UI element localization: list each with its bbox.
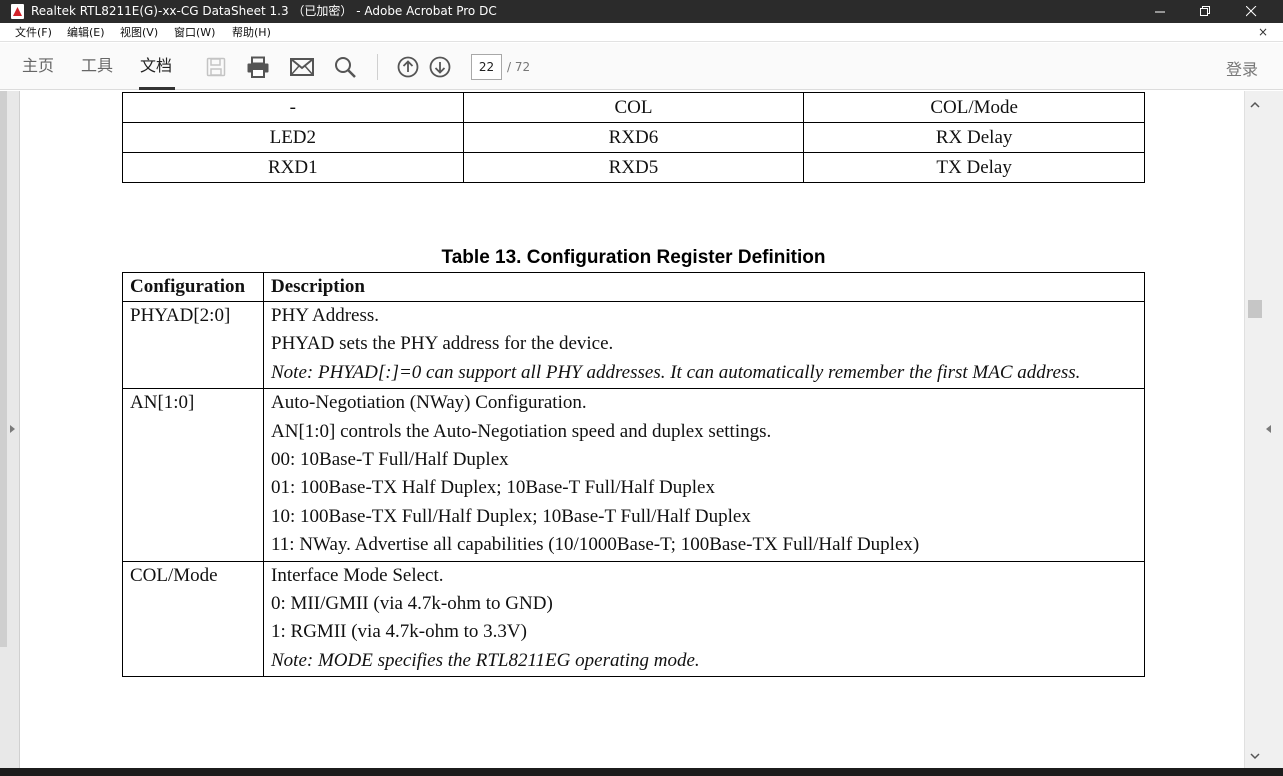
email-icon[interactable] (290, 55, 314, 79)
table-caption: Table 13. Configuration Register Definit… (441, 247, 826, 268)
window-title: Realtek RTL8211E(G)-xx-CG DataSheet 1.3 … (31, 4, 497, 18)
title-bar: Realtek RTL8211E(G)-xx-CG DataSheet 1.3 … (0, 0, 1283, 23)
description-note: Note: MODE specifies the RTL8211EG opera… (271, 649, 700, 671)
table-row: LED2 RXD6 RX Delay (122, 122, 1145, 153)
table-row: COL/Mode Interface Mode Select. 0: MII/G… (122, 560, 1145, 678)
description-line: Interface Mode Select. (271, 564, 444, 586)
menu-view[interactable]: 视图(V) (120, 25, 158, 40)
menu-window[interactable]: 窗口(W) (174, 25, 215, 40)
pdf-app-icon (11, 4, 24, 19)
table-cell: RXD5 (462, 152, 805, 183)
pdf-page: - COL COL/Mode LED2 RXD6 RX Delay RXD1 R… (20, 91, 1244, 768)
config-register-table: Configuration Description PHYAD[2:0] PHY… (122, 272, 1145, 678)
table-cell: COL/Mode (803, 92, 1145, 123)
table-header-row: Configuration Description (122, 272, 1145, 302)
pin-table: - COL COL/Mode LED2 RXD6 RX Delay RXD1 R… (122, 92, 1145, 183)
scrollbar-thumb[interactable] (1248, 300, 1262, 318)
next-page-icon[interactable] (428, 55, 452, 79)
menu-file[interactable]: 文件(F) (15, 25, 52, 40)
vertical-scrollbar[interactable] (1244, 91, 1264, 768)
print-icon[interactable] (246, 55, 270, 79)
menu-bar: 文件(F) 编辑(E) 视图(V) 窗口(W) 帮助(H) × (0, 23, 1283, 42)
column-header-description: Description (263, 272, 1145, 302)
tab-document[interactable]: 文档 (140, 56, 172, 76)
left-pane-strip (0, 91, 7, 647)
restore-button[interactable] (1182, 0, 1228, 23)
description-note: Note: PHYAD[:]=0 can support all PHY add… (271, 361, 1081, 383)
description-line: 11: NWay. Advertise all capabilities (10… (271, 534, 920, 556)
description-line: 1: RGMII (via 4.7k-ohm to 3.3V) (271, 621, 527, 643)
table-cell: COL (462, 92, 805, 123)
menu-help[interactable]: 帮助(H) (232, 25, 271, 40)
minimize-icon (1154, 11, 1165, 13)
toolbar: 主页 工具 文档 登录 (0, 43, 1283, 90)
config-description: Auto-Negotiation (NWay) Configuration. A… (263, 388, 1145, 562)
scroll-up-icon[interactable] (1250, 101, 1260, 108)
expand-left-pane-icon[interactable] (10, 425, 15, 433)
minimize-button[interactable] (1137, 0, 1183, 23)
table-row: PHYAD[2:0] PHY Address. PHYAD sets the P… (122, 300, 1145, 390)
left-pane-handle[interactable] (0, 91, 20, 768)
description-line: 0: MII/GMII (via 4.7k-ohm to GND) (271, 593, 553, 615)
description-line: PHY Address. (271, 305, 380, 326)
config-description: Interface Mode Select. 0: MII/GMII (via … (263, 560, 1145, 678)
config-name: COL/Mode (122, 560, 264, 678)
table-cell: RXD1 (122, 152, 464, 183)
description-line: PHYAD sets the PHY address for the devic… (271, 333, 614, 355)
table-cell: LED2 (122, 122, 464, 153)
taskbar-edge (0, 768, 1283, 776)
table-cell: TX Delay (803, 152, 1145, 183)
table-cell: - (122, 92, 464, 123)
description-line: AN[1:0] controls the Auto-Negotiation sp… (271, 420, 772, 442)
toolbar-separator (377, 54, 378, 80)
active-tab-indicator (139, 87, 175, 90)
previous-page-icon[interactable] (396, 55, 420, 79)
table-row: - COL COL/Mode (122, 92, 1145, 123)
config-name: PHYAD[2:0] (122, 300, 264, 390)
tab-tools[interactable]: 工具 (81, 56, 113, 76)
table-row: AN[1:0] Auto-Negotiation (NWay) Configur… (122, 388, 1145, 562)
tab-home[interactable]: 主页 (22, 56, 54, 76)
table-cell: RX Delay (803, 122, 1145, 153)
search-icon[interactable] (333, 55, 357, 79)
column-header-configuration: Configuration (122, 272, 264, 302)
close-icon (1245, 6, 1256, 17)
page-number-input[interactable]: 22 (471, 54, 502, 80)
description-line: Auto-Negotiation (NWay) Configuration. (271, 392, 587, 414)
table-cell: RXD6 (462, 122, 805, 153)
save-icon[interactable] (204, 55, 228, 79)
menu-edit[interactable]: 编辑(E) (67, 25, 105, 40)
description-line: 00: 10Base-T Full/Half Duplex (271, 449, 509, 471)
table-row: RXD1 RXD5 TX Delay (122, 152, 1145, 183)
scroll-down-icon[interactable] (1250, 753, 1260, 760)
close-document-button[interactable]: × (1258, 25, 1268, 39)
config-description: PHY Address. PHYAD sets the PHY address … (263, 300, 1145, 390)
login-link[interactable]: 登录 (1226, 56, 1258, 80)
document-area: - COL COL/Mode LED2 RXD6 RX Delay RXD1 R… (0, 91, 1283, 768)
close-window-button[interactable] (1228, 0, 1274, 23)
description-line: 01: 100Base-TX Half Duplex; 10Base-T Ful… (271, 477, 715, 499)
restore-icon (1199, 6, 1210, 16)
expand-right-pane-icon[interactable] (1266, 425, 1271, 433)
config-name: AN[1:0] (122, 388, 264, 562)
description-line: 10: 100Base-TX Full/Half Duplex; 10Base-… (271, 505, 751, 527)
page-total: / 72 (507, 60, 531, 74)
